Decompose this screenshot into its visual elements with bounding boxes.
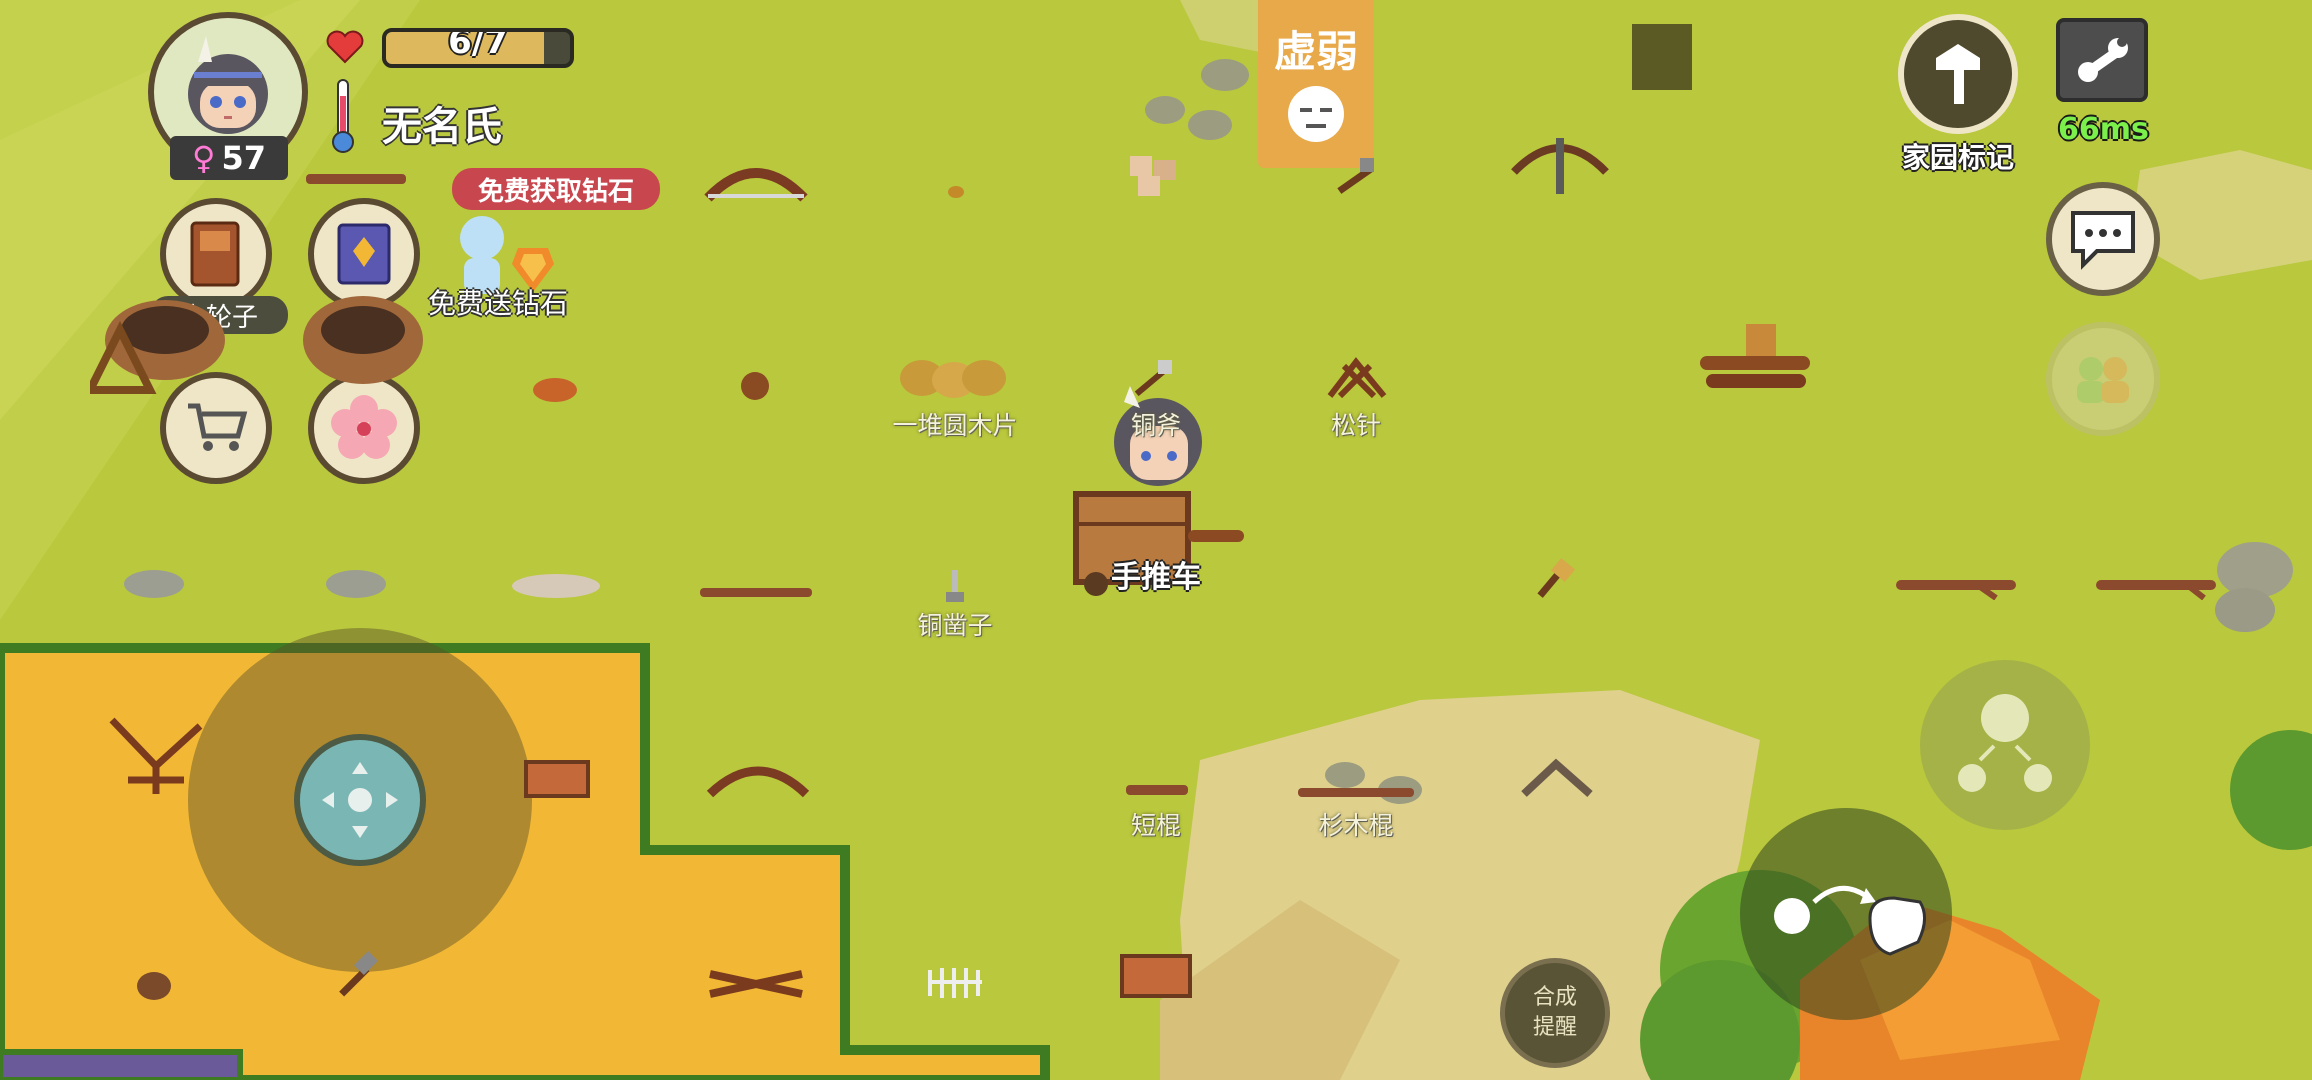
heart-icon <box>326 30 364 64</box>
branch-item[interactable] <box>1896 570 2016 600</box>
age-badge: ♀ 57 <box>170 136 288 180</box>
home-marker-button[interactable] <box>1898 14 2018 134</box>
status-effect-weak[interactable]: 虚弱 <box>1258 0 1374 168</box>
chat-button[interactable] <box>2046 182 2160 296</box>
mallet-item[interactable] <box>1530 556 1580 604</box>
player-name: 无名氏 <box>382 104 502 150</box>
health-bar: 6/7 <box>382 28 574 68</box>
log-pile-item[interactable] <box>1700 316 1812 400</box>
free-diamond-banner-text: 免费获取钻石 <box>477 176 634 207</box>
weak-face-icon <box>1288 86 1344 142</box>
age-value: 57 <box>221 139 266 177</box>
wood-chips-label: 一堆圆木片 <box>892 411 1018 440</box>
settings-wrench-button[interactable] <box>2056 18 2148 102</box>
pine-needles-label: 松针 <box>1330 411 1382 440</box>
stick-item[interactable] <box>306 166 406 190</box>
stone-blocks-item[interactable] <box>1128 150 1182 200</box>
free-diamond-banner[interactable]: 免费获取钻石 <box>452 168 660 210</box>
ping-value: 66ms <box>2058 112 2149 147</box>
fir-stick-label: 杉木棍 <box>1318 811 1394 840</box>
copper-chisel-item[interactable] <box>942 570 968 604</box>
slingshot-item[interactable] <box>108 716 204 796</box>
signpost-icon <box>1936 44 1980 104</box>
emote-action-button[interactable] <box>1920 660 2090 830</box>
branch-item-2[interactable] <box>2096 570 2216 600</box>
boomerang-item[interactable] <box>1520 758 1594 800</box>
seed-pod-item[interactable] <box>134 966 174 1002</box>
stone-well-icon[interactable] <box>90 230 240 400</box>
seed-item[interactable] <box>946 184 966 200</box>
fir-stick-item[interactable] <box>1298 786 1414 800</box>
split-arrows-icon <box>1958 694 2052 792</box>
gender-icon: ♀ <box>192 139 216 177</box>
ribcage-item[interactable] <box>924 962 986 1002</box>
health-text: 6/7 <box>448 28 508 62</box>
crossbow-item[interactable] <box>1510 128 1610 198</box>
cherry-blossom-icon <box>331 395 397 459</box>
short-stick-label: 短棍 <box>1130 811 1182 840</box>
dpad-icon <box>322 762 398 838</box>
joystick-knob[interactable] <box>294 734 426 866</box>
bow-saw-item[interactable] <box>704 158 808 202</box>
hatchet-item[interactable] <box>1330 156 1380 202</box>
copper-axe-item[interactable] <box>1130 356 1178 398</box>
pinecone-item[interactable] <box>738 366 772 402</box>
bow-item[interactable] <box>706 758 810 798</box>
stone-item-2[interactable] <box>324 568 388 600</box>
copper-chisel-label: 铜凿子 <box>917 611 993 640</box>
friends-icon <box>2077 357 2129 403</box>
long-stick-item[interactable] <box>700 584 812 600</box>
movement-joystick[interactable] <box>188 628 532 972</box>
copper-ore-item[interactable] <box>530 372 580 404</box>
pickup-action-button[interactable] <box>1740 808 1952 1020</box>
home-marker-label: 家园标记 <box>1901 141 2015 174</box>
flint-item[interactable] <box>510 568 602 602</box>
free-diamond-label: 免费送钻石 <box>427 287 569 320</box>
basket-item[interactable] <box>522 750 592 800</box>
craft-hint-label: 合成 提醒 <box>1532 985 1577 1040</box>
cart-label: 手推车 <box>1111 560 1201 595</box>
copper-axe-label: 铜斧 <box>1130 411 1182 440</box>
wrench-icon <box>2078 37 2128 82</box>
short-stick-item[interactable] <box>1126 782 1188 798</box>
craft-hint-button[interactable]: 合成 提醒 <box>1500 958 1610 1068</box>
friends-button[interactable] <box>2046 322 2160 436</box>
thermometer-icon <box>332 79 354 153</box>
pine-needles-item[interactable] <box>1326 356 1388 402</box>
fire-logs-item[interactable] <box>706 968 806 998</box>
stone-well-icon-2[interactable] <box>298 270 428 390</box>
chat-bubble-icon <box>2071 211 2135 270</box>
stone-item[interactable] <box>122 568 186 600</box>
basket-item-2[interactable] <box>1118 944 1194 1002</box>
girl-portrait-icon <box>188 36 268 134</box>
grab-hand-icon <box>1774 885 1926 956</box>
dark-square-marker <box>1632 24 1692 90</box>
hammer-item[interactable] <box>330 950 380 1002</box>
shopping-cart-icon <box>188 403 248 451</box>
wood-chips-item[interactable] <box>896 354 1010 404</box>
status-label: 虚弱 <box>1273 27 1358 76</box>
